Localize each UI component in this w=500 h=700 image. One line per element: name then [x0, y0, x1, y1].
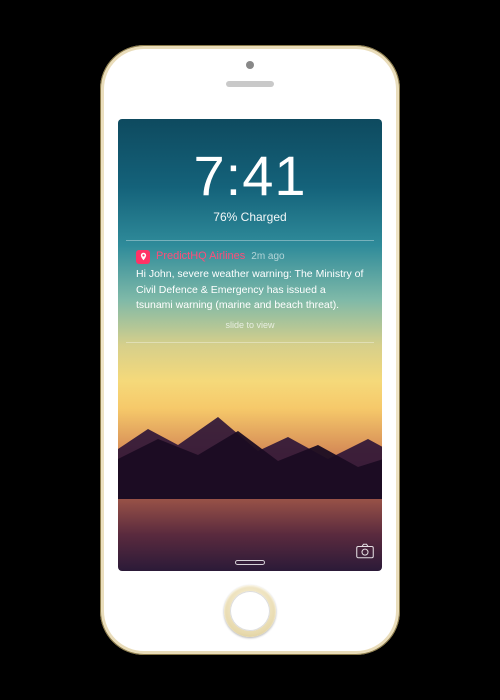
clock-area: 7:41 76% Charged — [118, 119, 382, 224]
charge-status: 76% Charged — [118, 210, 382, 224]
pin-icon — [139, 252, 148, 261]
phone-top-bar — [104, 49, 396, 119]
front-camera-icon — [246, 61, 254, 69]
phone-frame: 7:41 76% Charged PredictHQ Airlines 2m a… — [100, 45, 400, 655]
speaker-icon — [226, 81, 274, 87]
lock-screen: 7:41 76% Charged PredictHQ Airlines 2m a… — [118, 119, 382, 571]
notification-body: Hi John, severe weather warning: The Min… — [136, 267, 364, 313]
notification-app-name: PredictHQ Airlines — [156, 249, 245, 264]
grabber-icon[interactable] — [235, 560, 265, 565]
camera-icon[interactable] — [356, 543, 374, 559]
bottom-bar — [118, 560, 382, 565]
slide-to-view-hint: slide to view — [136, 319, 364, 332]
notification-card[interactable]: PredictHQ Airlines 2m ago Hi John, sever… — [126, 240, 374, 343]
home-button[interactable] — [224, 585, 276, 637]
phone-bezel: 7:41 76% Charged PredictHQ Airlines 2m a… — [104, 49, 396, 651]
notification-time: 2m ago — [251, 250, 284, 264]
app-icon — [136, 250, 150, 264]
notification-header: PredictHQ Airlines 2m ago — [136, 249, 364, 264]
home-button-ring-icon — [230, 591, 270, 631]
wallpaper-mountains — [118, 379, 382, 499]
time-display: 7:41 — [118, 143, 382, 208]
